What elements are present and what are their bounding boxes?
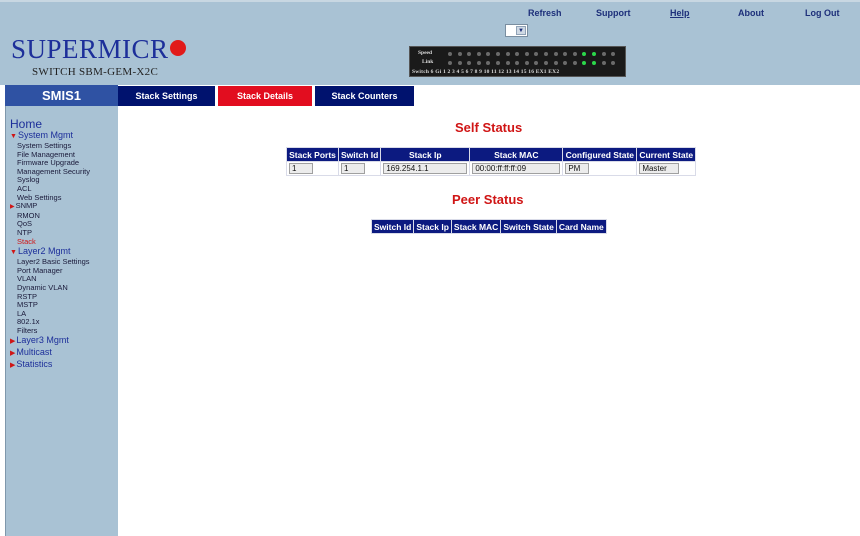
col-configured-state: Configured State [562,147,638,162]
port-led [505,52,510,56]
cell-stack-ip: 169.254.1.1 [383,163,468,174]
nav-home[interactable]: Home [10,118,118,130]
port-led [448,52,452,56]
port-led [611,61,616,65]
cell-stack-mac: 00:00:ff:ff:ff:09 [472,163,561,174]
port-led [572,61,577,65]
col-switch-id: Switch Id [337,147,382,162]
nav-menu: Home ▼System Mgmt System Settings File M… [10,118,118,371]
header-bar: SUPERMICR SWITCH SBM-GEM-X2C Refresh Sup… [0,0,860,85]
port-led [592,52,596,56]
nav-mstp[interactable]: MSTP [10,300,118,310]
port-led [534,52,539,56]
sidebar-title: SMIS1 [5,85,118,106]
main-content: Self Status Stack Ports Switch Id Stack … [118,106,860,536]
support-link[interactable]: Support [596,8,631,18]
port-led [515,61,520,65]
port-led [592,61,596,65]
port-led [448,61,452,65]
port-led [563,61,568,65]
port-led [496,52,500,56]
col-switch-state: Switch State [500,219,557,234]
nav-multicast[interactable]: ▶Multicast [10,347,118,359]
port-led [611,52,616,56]
port-led [544,52,548,56]
caret-right-icon: ▶ [10,338,16,346]
speed-label: Speed [418,50,433,56]
tab-stack-counters[interactable]: Stack Counters [315,86,414,106]
port-led [601,52,606,56]
col-stack-mac: Stack MAC [469,147,564,162]
about-link[interactable]: About [738,8,764,18]
refresh-interval-select[interactable]: ▼ [505,24,528,37]
switch-model-label: SWITCH SBM-GEM-X2C [32,66,159,78]
cell-current-state: Master [639,163,680,174]
port-led [524,61,529,65]
port-led [544,61,548,65]
table-header-row: Switch Id Stack Ip Stack MAC Switch Stat… [370,219,607,234]
link-label: Link [422,59,434,65]
nav-filters[interactable]: Filters [10,326,118,336]
port-led [553,61,558,65]
cell-configured-state: PM [565,163,590,174]
tab-stack-details[interactable]: Stack Details [218,86,312,106]
app-root: SUPERMICR SWITCH SBM-GEM-X2C Refresh Sup… [0,0,860,536]
port-led [457,52,462,56]
port-led [505,61,510,65]
logout-link[interactable]: Log Out [805,8,840,18]
caret-right-icon: ▶ [10,362,16,370]
port-led [534,61,539,65]
port-led [486,52,491,56]
peer-status-table: Switch Id Stack Ip Stack MAC Switch Stat… [370,219,607,234]
col-stack-mac: Stack MAC [450,219,502,234]
caret-down-icon: ▼ [10,133,17,140]
port-led [563,52,568,56]
caret-right-icon: ▶ [10,350,16,358]
caret-down-icon: ▼ [10,249,17,257]
self-status-title: Self Status [455,120,523,135]
port-led [582,61,587,65]
table-header-row: Stack Ports Switch Id Stack Ip Stack MAC… [286,147,697,162]
nav-stack[interactable]: Stack [10,237,118,247]
logo-o-dot [169,40,186,56]
cell-stack-ports: 1 [289,163,313,174]
port-led [486,61,491,65]
port-led [467,61,472,65]
help-link[interactable]: Help [670,8,690,18]
port-status-panel: Speed Link Switch 6 Gi 1 2 3 4 5 6 7 8 9… [409,46,626,77]
col-stack-ip: Stack Ip [380,147,471,162]
link-led-row [448,60,624,66]
port-led [457,61,462,65]
nav-statistics[interactable]: ▶Statistics [10,359,118,371]
port-led [601,61,606,65]
port-led [496,61,500,65]
speed-led-row [448,51,624,57]
port-led [582,52,587,56]
port-led [524,52,529,56]
col-current-state: Current State [636,147,697,162]
port-number-strip: Switch 6 Gi 1 2 3 4 5 6 7 8 9 10 11 12 1… [412,69,560,75]
tab-stack-settings[interactable]: Stack Settings [118,86,215,106]
col-stack-ports: Stack Ports [286,147,339,162]
port-led [553,52,558,56]
col-card-name: Card Name [555,219,607,234]
col-stack-ip: Stack Ip [413,219,452,234]
port-led [476,52,481,56]
port-led [515,52,520,56]
peer-status-title: Peer Status [452,192,524,207]
caret-right-icon: ▶ [10,204,15,211]
port-led [467,52,472,56]
cell-switch-id: 1 [341,163,365,174]
port-led [476,61,481,65]
self-status-table: Stack Ports Switch Id Stack Ip Stack MAC… [286,147,697,176]
brand-logo: SUPERMICR [11,34,186,65]
top-links: Refresh Support Help About Log Out [0,8,860,22]
nav-layer3-mgmt[interactable]: ▶Layer3 Mgmt [10,335,118,347]
col-switch-id: Switch Id [370,219,415,234]
port-led [572,52,577,56]
refresh-link[interactable]: Refresh [528,8,562,18]
chevron-down-icon: ▼ [516,26,526,35]
table-row: 1 1 169.254.1.1 00:00:ff:ff:ff:09 PM Mas… [286,161,697,176]
